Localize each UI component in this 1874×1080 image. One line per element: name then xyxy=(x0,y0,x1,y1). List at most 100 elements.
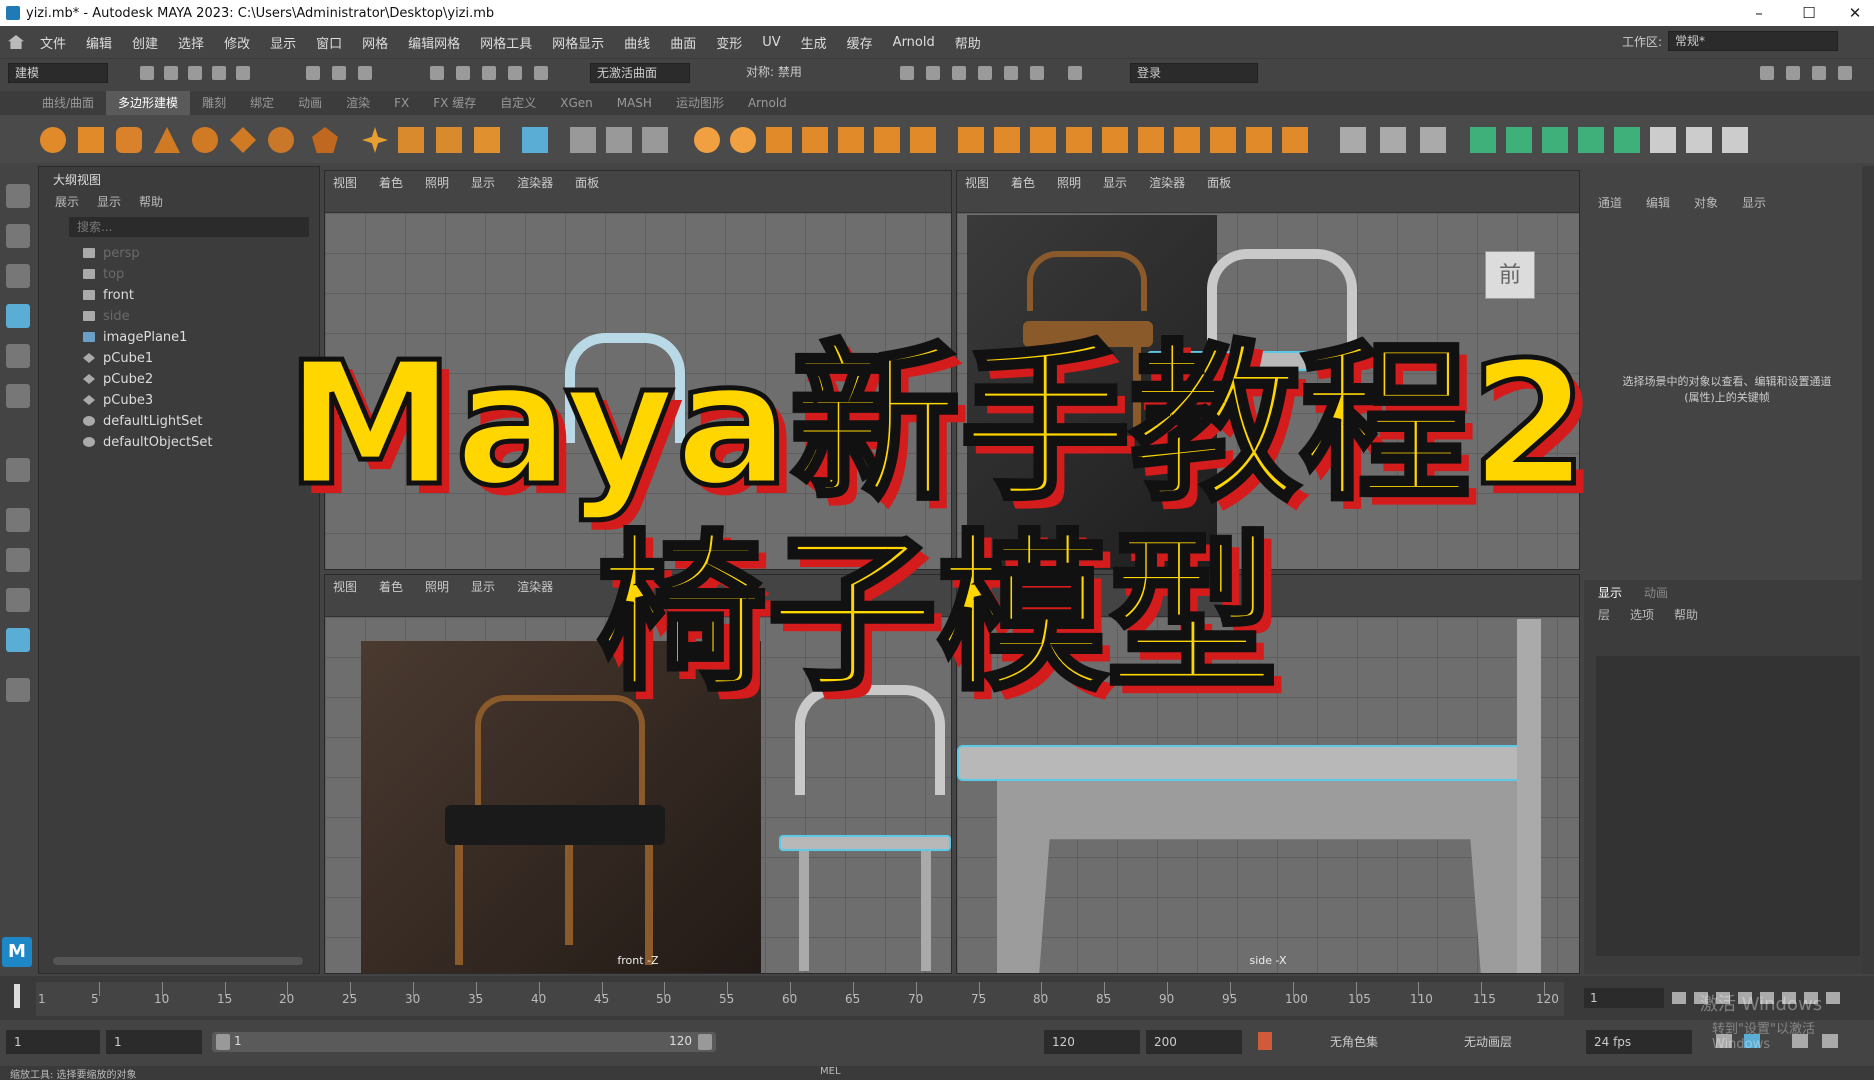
playback-end-field[interactable]: 120 xyxy=(1044,1030,1140,1054)
reduce-icon[interactable] xyxy=(1282,127,1308,153)
planar-map-icon[interactable] xyxy=(1420,127,1446,153)
snap-point-icon[interactable] xyxy=(482,66,496,80)
vp-menu-lighting[interactable]: 照明 xyxy=(1057,174,1081,191)
fps-dropdown[interactable]: 24 fps xyxy=(1586,1030,1692,1054)
menu-mesh-tools[interactable]: 网格工具 xyxy=(470,33,542,52)
select-by-component-icon[interactable] xyxy=(358,66,372,80)
outliner-item-defaultobjectset[interactable]: defaultObjectSet xyxy=(83,432,212,452)
rotate-tool-icon[interactable] xyxy=(6,344,30,368)
insert-edge-loop-icon[interactable] xyxy=(1066,127,1092,153)
maximize-button[interactable]: ☐ xyxy=(1786,0,1832,26)
outliner-item-persp[interactable]: persp xyxy=(83,243,140,263)
vp-menu-panels[interactable]: 面板 xyxy=(1207,174,1231,191)
menu-select[interactable]: 选择 xyxy=(168,33,214,52)
single-view-icon[interactable] xyxy=(6,458,30,482)
viewport-front[interactable]: 视图 着色 照明 显示 渲染器 front -Z xyxy=(324,574,952,974)
vp-menu-show[interactable]: 显示 xyxy=(1103,174,1127,191)
go-to-start-icon[interactable] xyxy=(1672,992,1686,1004)
zoom-icon[interactable] xyxy=(6,678,30,702)
redo-icon[interactable] xyxy=(236,66,250,80)
channel-menu-edit[interactable]: 编辑 xyxy=(1646,194,1670,211)
bevel-icon[interactable] xyxy=(838,127,864,153)
menu-windows[interactable]: 窗口 xyxy=(306,33,352,52)
extrude-icon[interactable] xyxy=(766,127,792,153)
poly-torus-icon[interactable] xyxy=(192,127,218,153)
range-slider[interactable]: 1 120 xyxy=(212,1032,716,1052)
menu-curves[interactable]: 曲线 xyxy=(614,33,660,52)
snap-curve-icon[interactable] xyxy=(456,66,470,80)
uv-unfold-icon[interactable] xyxy=(1470,127,1496,153)
menu-surfaces[interactable]: 曲面 xyxy=(660,33,706,52)
shelf-tab-rendering[interactable]: 渲染 xyxy=(334,91,382,115)
auto-key-icon[interactable] xyxy=(1258,1032,1272,1050)
persp-graph-icon[interactable] xyxy=(6,588,30,612)
paint-select-icon[interactable] xyxy=(6,264,30,288)
scene-end-field[interactable]: 200 xyxy=(1146,1030,1242,1054)
snap-surface-icon[interactable] xyxy=(534,66,548,80)
layer-tab-display[interactable]: 显示 xyxy=(1598,584,1622,601)
shelf-tab-motion-graphics[interactable]: 运动图形 xyxy=(664,91,736,115)
outliner-item-side[interactable]: side xyxy=(83,306,130,326)
poly-cone-icon[interactable] xyxy=(154,127,180,153)
vp-menu-renderer[interactable]: 渲染器 xyxy=(517,174,553,191)
current-frame-field[interactable]: 1 xyxy=(1584,988,1664,1008)
ipr-render-icon[interactable] xyxy=(952,66,966,80)
layer-tab-anim[interactable]: 动画 xyxy=(1644,584,1668,601)
vp-menu-view[interactable]: 视图 xyxy=(333,174,357,191)
scale-tool-icon[interactable] xyxy=(6,384,30,408)
character-set-dropdown[interactable]: 无角色集 xyxy=(1322,1030,1432,1054)
boolean-icon[interactable] xyxy=(694,127,720,153)
shelf-tab-poly-modeling[interactable]: 多边形建模 xyxy=(106,91,191,115)
layer-list[interactable] xyxy=(1596,656,1860,956)
viewport-toolbar[interactable] xyxy=(325,193,951,213)
new-scene-icon[interactable] xyxy=(140,66,154,80)
outliner-item-defaultlightset[interactable]: defaultLightSet xyxy=(83,411,203,431)
uv-transfer-icon[interactable] xyxy=(1614,127,1640,153)
scene-start-field[interactable]: 1 xyxy=(6,1030,100,1054)
poly-disc-icon[interactable] xyxy=(268,127,294,153)
menu-display[interactable]: 显示 xyxy=(260,33,306,52)
outliner-item-imageplane1[interactable]: imagePlane1 xyxy=(83,327,187,347)
multi-cut-icon[interactable] xyxy=(874,127,900,153)
attribute-editor-icon[interactable] xyxy=(1786,66,1800,80)
outliner-search-input[interactable]: 搜索... xyxy=(69,217,309,237)
open-scene-icon[interactable] xyxy=(164,66,178,80)
vp-menu-shading[interactable]: 着色 xyxy=(379,174,403,191)
channel-box-icon[interactable] xyxy=(1838,66,1852,80)
render-sequence-icon[interactable] xyxy=(926,66,940,80)
vp-menu-renderer[interactable]: 渲染器 xyxy=(1149,174,1185,191)
select-by-hierarchy-icon[interactable] xyxy=(306,66,320,80)
go-to-end-icon[interactable] xyxy=(1826,992,1840,1004)
poly-sphere-icon[interactable] xyxy=(40,127,66,153)
vp-menu-view[interactable]: 视图 xyxy=(333,578,357,595)
snap-view-icon[interactable] xyxy=(508,66,522,80)
close-button[interactable]: ✕ xyxy=(1832,0,1874,26)
uv-checker-icon[interactable] xyxy=(1650,127,1676,153)
modeling-toolkit-icon[interactable] xyxy=(1760,66,1774,80)
shelf-tab-rigging[interactable]: 绑定 xyxy=(238,91,286,115)
shelf-tab-xgen[interactable]: XGen xyxy=(548,91,605,115)
arnold-render-icon[interactable] xyxy=(1030,66,1044,80)
render-frame-icon[interactable] xyxy=(900,66,914,80)
outliner-item-pcube1[interactable]: pCube1 xyxy=(83,348,153,368)
merge-icon[interactable] xyxy=(994,127,1020,153)
viewport-toolbar[interactable] xyxy=(957,597,1579,617)
vp-menu-renderer[interactable]: 渲染器 xyxy=(517,578,553,595)
symmetry-dropdown[interactable]: 对称: 禁用 xyxy=(740,63,840,83)
viewport-toolbar[interactable] xyxy=(325,597,951,617)
viewport-side[interactable]: side -X xyxy=(956,574,1580,974)
select-by-object-icon[interactable] xyxy=(332,66,346,80)
playback-start-field[interactable]: 1 xyxy=(106,1030,202,1054)
offset-edge-loop-icon[interactable] xyxy=(1102,127,1128,153)
append-polygon-icon[interactable] xyxy=(958,127,984,153)
vp-menu-lighting[interactable]: 照明 xyxy=(425,174,449,191)
poly-plane-icon[interactable] xyxy=(230,127,256,153)
outliner-menu-display[interactable]: 显示 xyxy=(97,193,121,210)
viewport-toolbar[interactable] xyxy=(957,193,1579,213)
minimize-button[interactable]: – xyxy=(1736,0,1782,26)
time-ruler[interactable]: 1 5 10 15 20 25 30 35 40 45 50 55 60 65 70 75 80 85 90 95 10… xyxy=(36,982,1564,1016)
menu-generate[interactable]: 生成 xyxy=(791,33,837,52)
channel-menu-object[interactable]: 对象 xyxy=(1694,194,1718,211)
range-slider-end-handle[interactable] xyxy=(698,1034,712,1050)
circularize-icon[interactable] xyxy=(1210,127,1236,153)
